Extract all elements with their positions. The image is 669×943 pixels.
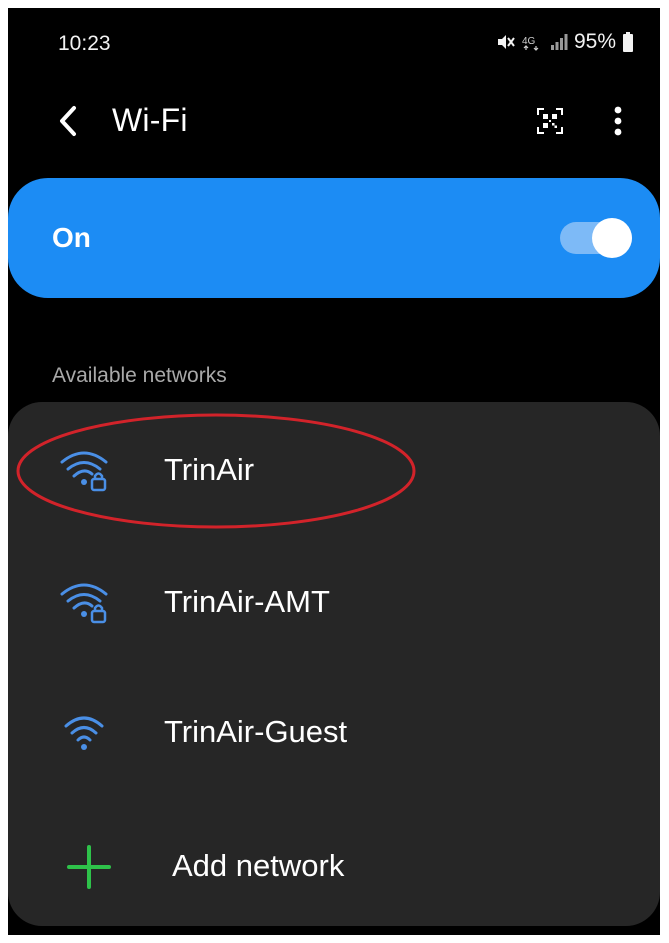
more-options-button[interactable] [598, 98, 638, 144]
qr-scan-icon [537, 108, 563, 134]
status-bar: 10:23 4G 95% [8, 8, 660, 68]
add-network-label: Add network [172, 848, 345, 883]
page-title: Wi-Fi [112, 102, 188, 138]
signal-icon [550, 33, 568, 51]
network-name: TrinAir-AMT [164, 584, 330, 619]
network-name: TrinAir [164, 452, 255, 487]
battery-icon [622, 32, 634, 52]
network-name: TrinAir-Guest [164, 714, 348, 749]
app-bar: Wi-Fi [8, 88, 660, 158]
mute-icon [496, 33, 516, 51]
chevron-left-icon [60, 106, 76, 136]
network-item-trinair[interactable]: TrinAir [8, 414, 660, 524]
networks-list: TrinAir TrinAir-AMT TrinAir-Guest Add ne… [8, 402, 660, 926]
wifi-secured-icon [60, 451, 108, 492]
network-item-trinair-amt[interactable]: TrinAir-AMT [8, 546, 660, 656]
wifi-secured-icon [60, 583, 108, 624]
wifi-open-icon [64, 716, 104, 750]
wifi-switch[interactable] [560, 218, 632, 258]
wifi-toggle-label: On [52, 222, 91, 253]
available-networks-header: Available networks [52, 364, 227, 387]
add-network-button[interactable]: Add network [8, 806, 660, 916]
switch-knob [592, 218, 632, 258]
back-button[interactable] [48, 98, 88, 144]
status-icons: 4G 95% [496, 30, 634, 54]
wifi-master-toggle[interactable]: On [8, 178, 660, 298]
phone-screen: 10:23 4G 95% Wi-Fi On Available networks… [8, 8, 660, 935]
status-time: 10:23 [58, 32, 111, 55]
qr-scan-button[interactable] [528, 98, 572, 144]
network-item-trinair-guest[interactable]: TrinAir-Guest [8, 676, 660, 786]
lte-icon: 4G [522, 33, 544, 51]
plus-icon [67, 845, 111, 889]
battery-percent: 95% [573, 30, 616, 53]
svg-text:4G: 4G [522, 36, 536, 47]
more-vert-icon [614, 106, 622, 136]
